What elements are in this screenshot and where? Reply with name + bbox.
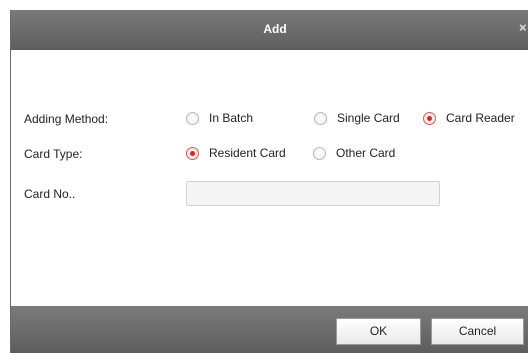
- radio-single-card-indicator: [314, 111, 327, 125]
- radio-card-reader-indicator: [423, 111, 436, 125]
- cancel-button[interactable]: Cancel: [431, 318, 524, 345]
- card-no-label: Card No..: [24, 187, 76, 201]
- radio-other-card-indicator: [313, 146, 326, 160]
- radio-single-card[interactable]: Single Card: [314, 111, 400, 125]
- radio-card-reader-label: Card Reader: [446, 111, 515, 125]
- radio-other-card-label: Other Card: [336, 146, 396, 160]
- radio-card-reader[interactable]: Card Reader: [423, 111, 515, 125]
- dialog-footer: OK Cancel: [11, 306, 528, 353]
- adding-method-label: Adding Method:: [24, 112, 109, 126]
- card-no-input[interactable]: [186, 181, 440, 206]
- add-dialog: Add × Adding Method: In Batch Single Car…: [10, 10, 528, 353]
- radio-resident-card-indicator: [186, 146, 199, 160]
- dialog-body: Adding Method: In Batch Single Card Card…: [11, 50, 528, 306]
- radio-resident-card[interactable]: Resident Card: [186, 146, 286, 160]
- dialog-titlebar: Add ×: [11, 10, 528, 50]
- close-icon[interactable]: ×: [519, 21, 528, 35]
- radio-in-batch-indicator: [186, 111, 199, 125]
- card-type-label: Card Type:: [24, 147, 83, 161]
- radio-in-batch-label: In Batch: [209, 111, 254, 125]
- ok-button[interactable]: OK: [336, 318, 421, 345]
- dialog-title: Add: [263, 22, 287, 36]
- radio-resident-card-label: Resident Card: [209, 146, 286, 160]
- radio-single-card-label: Single Card: [337, 111, 400, 125]
- radio-in-batch[interactable]: In Batch: [186, 111, 253, 125]
- radio-other-card[interactable]: Other Card: [313, 146, 395, 160]
